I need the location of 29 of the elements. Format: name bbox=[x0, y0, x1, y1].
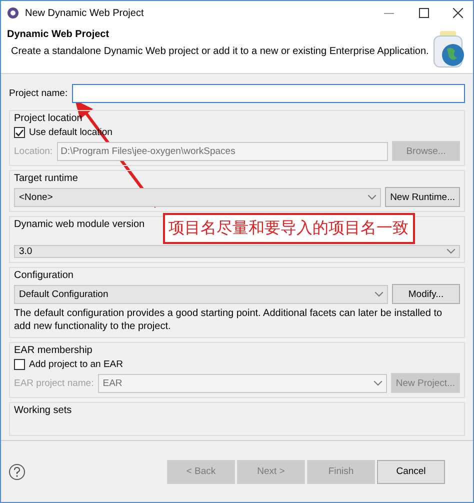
close-icon[interactable] bbox=[453, 8, 463, 18]
page-title: Dynamic Web Project bbox=[7, 29, 110, 40]
checkbox-label: Add project to an EAR bbox=[29, 359, 123, 370]
help-icon[interactable] bbox=[9, 464, 25, 480]
app-icon bbox=[7, 7, 19, 19]
modify-button[interactable]: Modify... bbox=[392, 284, 460, 304]
dialog-button[interactable]: Cancel bbox=[377, 460, 445, 484]
jar-globe-icon bbox=[431, 29, 467, 69]
group-title: Configuration bbox=[14, 270, 74, 281]
configuration-dropdown[interactable]: Default Configuration bbox=[14, 284, 388, 304]
group-title: Dynamic web module version bbox=[14, 219, 145, 230]
group-title: Project location bbox=[14, 113, 82, 124]
runtime-dropdown[interactable]: <None> bbox=[14, 188, 382, 206]
version-dropdown[interactable]: 3.0 bbox=[14, 245, 460, 258]
window-title: New Dynamic Web Project bbox=[25, 8, 145, 18]
group-title: Target runtime bbox=[14, 173, 78, 184]
new-runtime-button[interactable]: New Runtime... bbox=[385, 187, 460, 207]
group-title: Working sets bbox=[14, 405, 72, 416]
configuration-description: The default configuration provides a good starting point. Additional facets can later be installed to add new functionality to the project. bbox=[14, 307, 444, 333]
project-name-field[interactable] bbox=[72, 84, 465, 103]
annotation-note: 项目名尽量和要导入的项目名一致 bbox=[162, 213, 415, 244]
maximize-icon[interactable] bbox=[419, 8, 429, 18]
field-label: Location: bbox=[14, 146, 53, 156]
checkbox[interactable] bbox=[14, 359, 25, 370]
group-title: EAR membership bbox=[14, 345, 92, 356]
page-description: Create a standalone Dynamic Web project or add it to a new or existing Enterprise Application. bbox=[10, 46, 430, 57]
field-label: Project name: bbox=[9, 88, 68, 99]
field-label: EAR project name: bbox=[14, 378, 94, 388]
checkbox[interactable] bbox=[14, 127, 25, 138]
